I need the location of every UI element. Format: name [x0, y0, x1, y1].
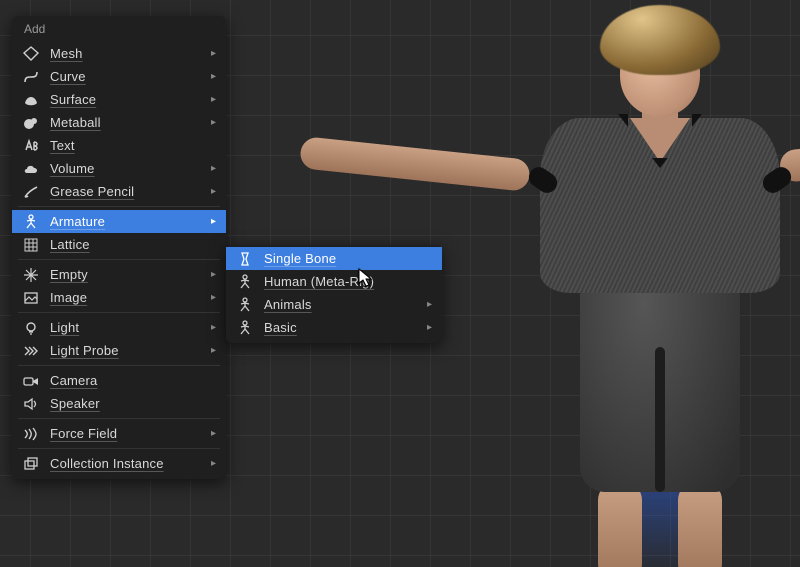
image-icon — [22, 289, 40, 307]
menu-item-gpencil[interactable]: Grease Pencil ▸ — [12, 180, 226, 203]
menu-item-light[interactable]: Light ▸ — [12, 316, 226, 339]
submenu-arrow-icon: ▸ — [208, 163, 216, 174]
character-model — [480, 0, 800, 567]
menu-item-label: Text — [50, 138, 216, 153]
menu-item-label: Image — [50, 290, 198, 305]
menu-item-armature[interactable]: Armature ▸ — [12, 210, 226, 233]
submenu-arrow-icon: ▸ — [208, 71, 216, 82]
menu-separator — [18, 312, 220, 313]
menu-item-collection[interactable]: Collection Instance ▸ — [12, 452, 226, 475]
add-menu-title: Add — [12, 18, 226, 42]
armature-icon — [236, 296, 254, 314]
menu-item-human[interactable]: Human (Meta-Rig) — [226, 270, 442, 293]
lattice-icon — [22, 236, 40, 254]
gpencil-icon — [22, 183, 40, 201]
add-menu[interactable]: Add Mesh ▸ Curve ▸ Surface ▸ Metaball ▸ Text Volu… — [12, 16, 226, 479]
menu-item-label: Lattice — [50, 237, 216, 252]
menu-item-metaball[interactable]: Metaball ▸ — [12, 111, 226, 134]
menu-item-singlebone[interactable]: Single Bone — [226, 247, 442, 270]
menu-item-label: Human (Meta-Rig) — [264, 274, 432, 289]
menu-separator — [18, 448, 220, 449]
menu-item-label: Camera — [50, 373, 216, 388]
menu-item-lightprobe[interactable]: Light Probe ▸ — [12, 339, 226, 362]
menu-item-animals[interactable]: Animals ▸ — [226, 293, 442, 316]
menu-separator — [18, 418, 220, 419]
menu-item-curve[interactable]: Curve ▸ — [12, 65, 226, 88]
menu-item-label: Curve — [50, 69, 198, 84]
menu-item-empty[interactable]: Empty ▸ — [12, 263, 226, 286]
submenu-arrow-icon: ▸ — [208, 322, 216, 333]
menu-item-surface[interactable]: Surface ▸ — [12, 88, 226, 111]
menu-item-label: Speaker — [50, 396, 216, 411]
surface-icon — [22, 91, 40, 109]
submenu-arrow-icon: ▸ — [208, 117, 216, 128]
submenu-arrow-icon: ▸ — [208, 94, 216, 105]
menu-item-volume[interactable]: Volume ▸ — [12, 157, 226, 180]
text-icon — [22, 137, 40, 155]
menu-item-camera[interactable]: Camera — [12, 369, 226, 392]
menu-item-label: Mesh — [50, 46, 198, 61]
menu-item-label: Volume — [50, 161, 198, 176]
menu-item-label: Light — [50, 320, 198, 335]
light-icon — [22, 319, 40, 337]
curve-icon — [22, 68, 40, 86]
menu-item-label: Surface — [50, 92, 198, 107]
menu-separator — [18, 206, 220, 207]
menu-item-label: Metaball — [50, 115, 198, 130]
menu-item-label: Collection Instance — [50, 456, 198, 471]
submenu-arrow-icon: ▸ — [208, 428, 216, 439]
viewport-3d[interactable]: Add Mesh ▸ Curve ▸ Surface ▸ Metaball ▸ Text Volu… — [0, 0, 800, 567]
lightprobe-icon — [22, 342, 40, 360]
menu-item-label: Animals — [264, 297, 414, 312]
armature-icon — [236, 273, 254, 291]
submenu-arrow-icon: ▸ — [208, 458, 216, 469]
metaball-icon — [22, 114, 40, 132]
submenu-arrow-icon: ▸ — [424, 322, 432, 333]
menu-item-label: Empty — [50, 267, 198, 282]
volume-icon — [22, 160, 40, 178]
submenu-arrow-icon: ▸ — [208, 186, 216, 197]
menu-item-basic[interactable]: Basic ▸ — [226, 316, 442, 339]
menu-separator — [18, 259, 220, 260]
menu-item-speaker[interactable]: Speaker — [12, 392, 226, 415]
menu-item-forcefield[interactable]: Force Field ▸ — [12, 422, 226, 445]
menu-item-mesh[interactable]: Mesh ▸ — [12, 42, 226, 65]
collection-icon — [22, 455, 40, 473]
submenu-arrow-icon: ▸ — [424, 299, 432, 310]
submenu-arrow-icon: ▸ — [208, 48, 216, 59]
menu-item-text[interactable]: Text — [12, 134, 226, 157]
menu-item-label: Grease Pencil — [50, 184, 198, 199]
armature-submenu[interactable]: Single BoneHuman (Meta-Rig)Animals▸Basic… — [226, 245, 442, 343]
armature-icon — [236, 319, 254, 337]
menu-item-label: Basic — [264, 320, 414, 335]
menu-separator — [18, 365, 220, 366]
menu-item-lattice[interactable]: Lattice — [12, 233, 226, 256]
menu-item-label: Single Bone — [264, 251, 432, 266]
camera-icon — [22, 372, 40, 390]
submenu-arrow-icon: ▸ — [208, 216, 216, 227]
menu-item-image[interactable]: Image ▸ — [12, 286, 226, 309]
bone-icon — [236, 250, 254, 268]
submenu-arrow-icon: ▸ — [208, 269, 216, 280]
mesh-icon — [22, 45, 40, 63]
speaker-icon — [22, 395, 40, 413]
menu-item-label: Armature — [50, 214, 198, 229]
empty-icon — [22, 266, 40, 284]
submenu-arrow-icon: ▸ — [208, 345, 216, 356]
forcefield-icon — [22, 425, 40, 443]
menu-item-label: Light Probe — [50, 343, 198, 358]
menu-item-label: Force Field — [50, 426, 198, 441]
armature-icon — [22, 213, 40, 231]
submenu-arrow-icon: ▸ — [208, 292, 216, 303]
